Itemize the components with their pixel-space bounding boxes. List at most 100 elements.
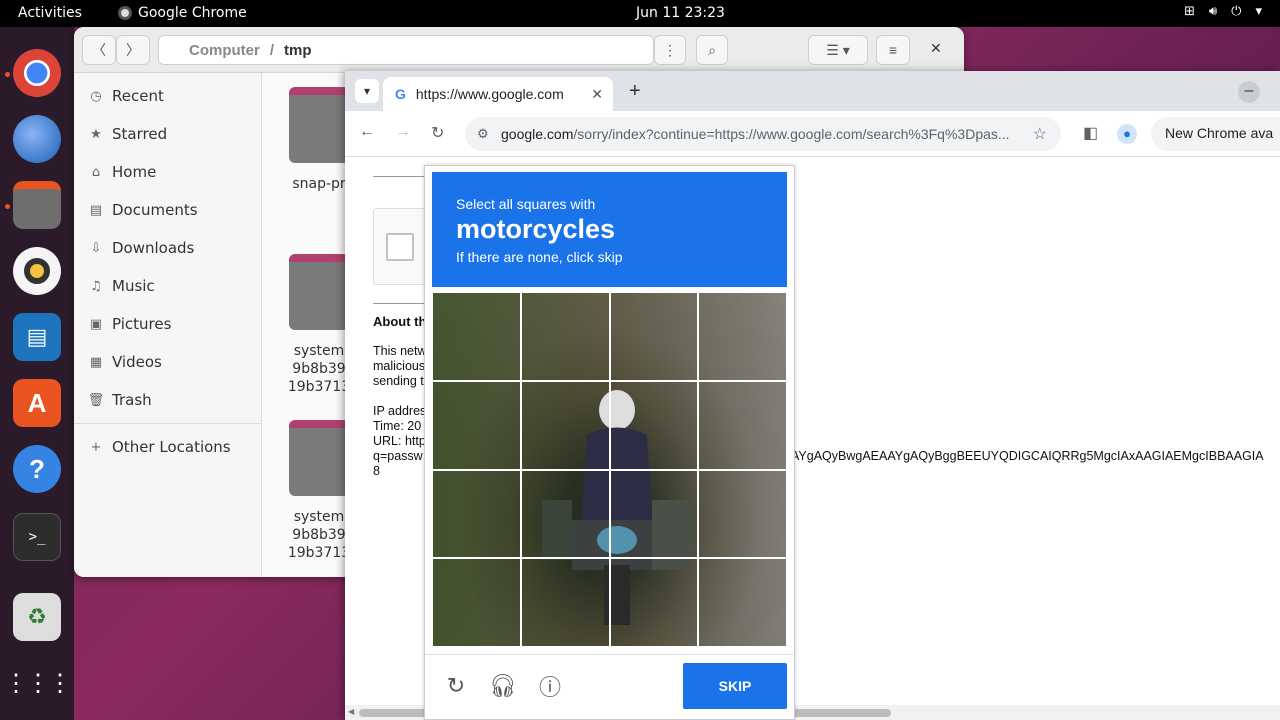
sidebar-item-music[interactable]: ♫ Music [88,277,155,295]
view-toggle-button[interactable]: ☰ ▾ [808,35,868,65]
download-icon: ⇩ [90,240,102,256]
sidebar-item-documents[interactable]: ▤ Documents [88,201,198,219]
minimize-icon[interactable]: – [1238,81,1260,103]
running-indicator [5,72,10,77]
bookmark-star-icon[interactable]: ☆ [1032,124,1047,144]
path-current[interactable]: tmp [284,42,312,59]
path-computer[interactable]: Computer [189,42,260,59]
show-apps-icon[interactable]: ⋮⋮⋮ [4,659,72,707]
sidebar-item-label: Starred [112,125,168,143]
grid-tile[interactable] [520,469,610,559]
scroll-left-icon[interactable]: ◀ [348,707,354,716]
grid-tile[interactable] [520,380,610,470]
trash-icon: 🗑︎ [87,392,105,408]
close-icon[interactable]: ✕ [930,40,942,57]
grid-tile[interactable] [698,558,787,647]
chevron-down-icon: ▾ [363,84,371,98]
app-name: Google Chrome [138,5,247,21]
grid-tile[interactable] [698,380,787,470]
sidebar-item-other-locations[interactable]: + Other Locations [88,438,231,456]
new-chrome-available-button[interactable]: New Chrome ava [1151,117,1280,151]
volume-icon: 🔊︎ [1208,4,1218,19]
path-menu-button[interactable]: ⋮ [654,35,686,65]
recaptcha-checkbox[interactable] [386,233,414,261]
challenge-footer: ↻ 🎧︎ ⓘ SKIP [425,654,794,720]
grid-tile[interactable] [698,292,787,381]
reload-icon[interactable]: ↻ [431,123,444,143]
site-info-icon[interactable]: ⚙ [477,126,489,142]
sidebar-item-trash[interactable]: 🗑︎ Trash [88,391,152,409]
help-icon[interactable]: ? [13,445,61,493]
info-icon[interactable]: ⓘ [537,673,563,700]
system-tray[interactable]: ⊞ 🔊︎ ⏻ ▾ [1184,4,1262,19]
sidebar-item-home[interactable]: ⌂ Home [88,163,156,181]
app-menu[interactable]: Google Chrome [118,5,247,21]
divider [373,303,427,304]
picture-icon: ▣ [89,316,103,332]
tab-search-button[interactable]: ▾ [355,79,379,103]
hamburger-icon: ≡ [888,42,898,58]
challenge-header: Select all squares with motorcycles If t… [432,172,787,287]
grid-tile[interactable] [609,380,699,470]
text-line: malicious [373,359,426,373]
sidebar-item-recent[interactable]: ◷ Recent [88,87,164,105]
divider [373,176,427,177]
main-menu-button[interactable]: ≡ [876,35,910,65]
anyrun-watermark-logo: ANY▷RUN [1036,611,1280,663]
close-icon[interactable]: ✕ [591,86,603,103]
challenge-target: motorcycles [456,214,616,244]
grid-tile[interactable] [609,292,699,381]
files-icon[interactable] [13,181,61,229]
grid-tile[interactable] [609,558,699,647]
sidebar-item-videos[interactable]: ▦ Videos [88,353,162,371]
grid-tile[interactable] [432,558,521,647]
sidebar-item-label: Pictures [112,315,172,333]
url-continuation: AYgAQyBwgAEAAYgAQyBggBEEUYQDIGCAIQRRg5Mg… [791,449,1264,463]
files-headerbar: 〈 〉 Computer / tmp ⋮ ⌕ ☰ ▾ ≡ ✕ [74,27,964,73]
grid-tile[interactable] [698,469,787,559]
grid-tile[interactable] [432,292,521,381]
plus-icon: + [90,439,102,455]
activities-button[interactable]: Activities [18,5,82,21]
tab-strip: ▾ G https://www.google.com ✕ + – [345,71,1280,111]
grid-tile[interactable] [432,380,521,470]
grid-tile[interactable] [520,558,610,647]
headphones-icon[interactable]: 🎧︎ [489,673,517,699]
grid-tile[interactable] [520,292,610,381]
dock: ▤ A ? >_ ♻ ⋮⋮⋮ [0,27,74,720]
grid-tile[interactable] [609,469,699,559]
about-heading: About th [373,314,427,329]
search-button[interactable]: ⌕ [696,35,728,65]
back-button[interactable]: 〈 [82,35,116,65]
back-arrow-icon[interactable]: ← [359,123,375,141]
reload-challenge-icon[interactable]: ↻ [443,673,469,699]
rhythmbox-icon[interactable] [13,247,61,295]
new-tab-button[interactable]: + [629,80,641,103]
chevron-down-icon: ▾ [1255,4,1262,19]
query-line: q=passw [373,449,423,463]
about-text: This netw malicious sending t [373,344,427,389]
software-icon[interactable]: A [13,379,61,427]
thunderbird-icon[interactable] [13,115,61,163]
kebab-icon: ⋮ [663,41,677,58]
side-panel-icon[interactable]: ◧ [1083,123,1098,143]
forward-button[interactable]: 〉 [116,35,150,65]
trash-dock-icon[interactable]: ♻ [13,593,61,641]
path-bar[interactable]: Computer / tmp [158,35,654,65]
skip-button[interactable]: SKIP [683,663,787,709]
clock[interactable]: Jun 11 23:23 [636,5,725,21]
forward-arrow-icon[interactable]: → [395,123,411,141]
clock-icon: ◷ [90,88,102,104]
recaptcha-checkbox-box [373,208,427,285]
terminal-icon[interactable]: >_ [13,513,61,561]
star-icon: ★ [90,126,102,142]
sidebar-item-starred[interactable]: ★ Starred [88,125,167,143]
sidebar-item-pictures[interactable]: ▣ Pictures [88,315,172,333]
writer-icon[interactable]: ▤ [13,313,61,361]
grid-tile[interactable] [432,469,521,559]
tab-google[interactable]: G https://www.google.com ✕ [383,77,613,111]
address-bar[interactable]: ⚙ google.com/sorry/index?continue=https:… [465,117,1061,151]
chrome-dock-icon[interactable] [13,49,61,97]
profile-avatar[interactable]: ● [1117,124,1137,144]
sidebar-item-downloads[interactable]: ⇩ Downloads [88,239,195,257]
